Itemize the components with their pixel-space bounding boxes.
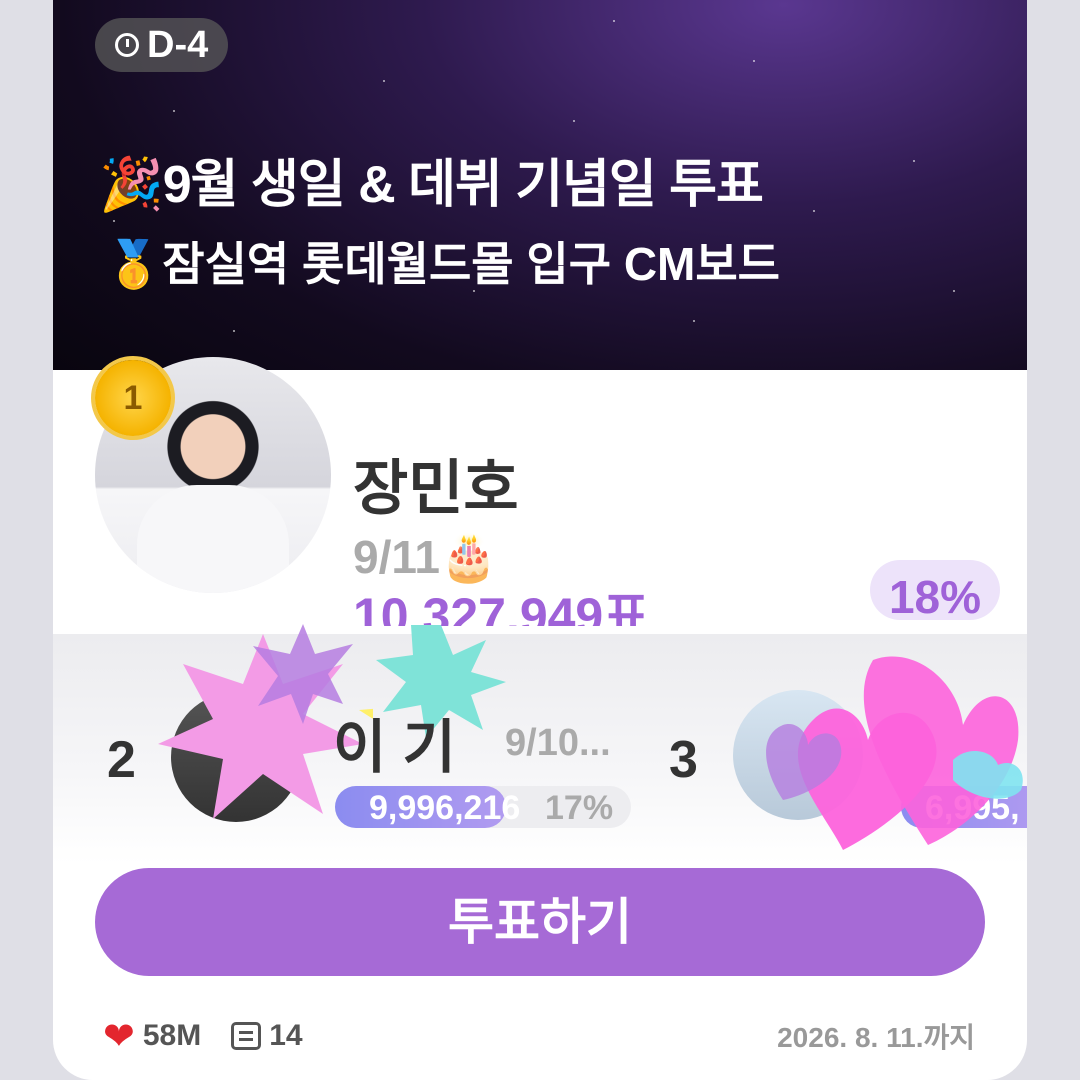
second-place-birthday: 9/10... <box>505 722 611 764</box>
first-place-percent: 18% <box>870 560 1000 620</box>
like-count: 58M <box>142 1019 202 1052</box>
dday-badge: D-4 <box>95 18 229 72</box>
clock-icon <box>115 33 139 57</box>
heart-icon[interactable]: ❤ <box>103 1014 135 1059</box>
rank-3-label: 3 <box>669 731 698 789</box>
party-popper-icon: 🎉 <box>99 156 164 214</box>
second-place-percent: 17% <box>545 789 614 827</box>
poll-banner: D-4 🎉9월 생일 & 데뷔 기념일 투표 🥇잠실역 롯데월드몰 입구 CM보… <box>53 0 1027 410</box>
first-place-name: 장민호 <box>353 455 519 522</box>
heart-sticker-icon <box>766 656 1023 850</box>
poll-card[interactable]: D-4 🎉9월 생일 & 데뷔 기념일 투표 🥇잠실역 롯데월드몰 입구 CM보… <box>53 0 1027 1080</box>
comment-icon[interactable] <box>231 1022 262 1050</box>
rank-2-label: 2 <box>107 731 136 789</box>
medal-icon: 🥇 <box>105 238 163 290</box>
deadline-text: 2026. 8. 11.까지 <box>777 1022 975 1053</box>
poll-footer: ❤ 58M 14 2026. 8. 11.까지 <box>103 1014 975 1058</box>
second-place-name: 이 기 <box>333 715 456 780</box>
dday-label: D-4 <box>147 23 209 66</box>
first-place-birthday: 9/11🎂 <box>353 531 498 583</box>
poll-subtitle: 🥇잠실역 롯데월드몰 입구 CM보드 <box>105 238 781 290</box>
second-place-votes: 9,996,216 <box>369 789 521 827</box>
cake-icon: 🎂 <box>440 531 498 583</box>
second-place-vote-bar: 9,996,216 17% <box>335 786 631 828</box>
comment-count: 14 <box>269 1019 303 1052</box>
vote-button[interactable]: 투표하기 <box>95 868 985 976</box>
rank-1-medal-icon: 1 <box>95 360 171 436</box>
poll-title: 🎉9월 생일 & 데뷔 기념일 투표 <box>99 156 764 214</box>
